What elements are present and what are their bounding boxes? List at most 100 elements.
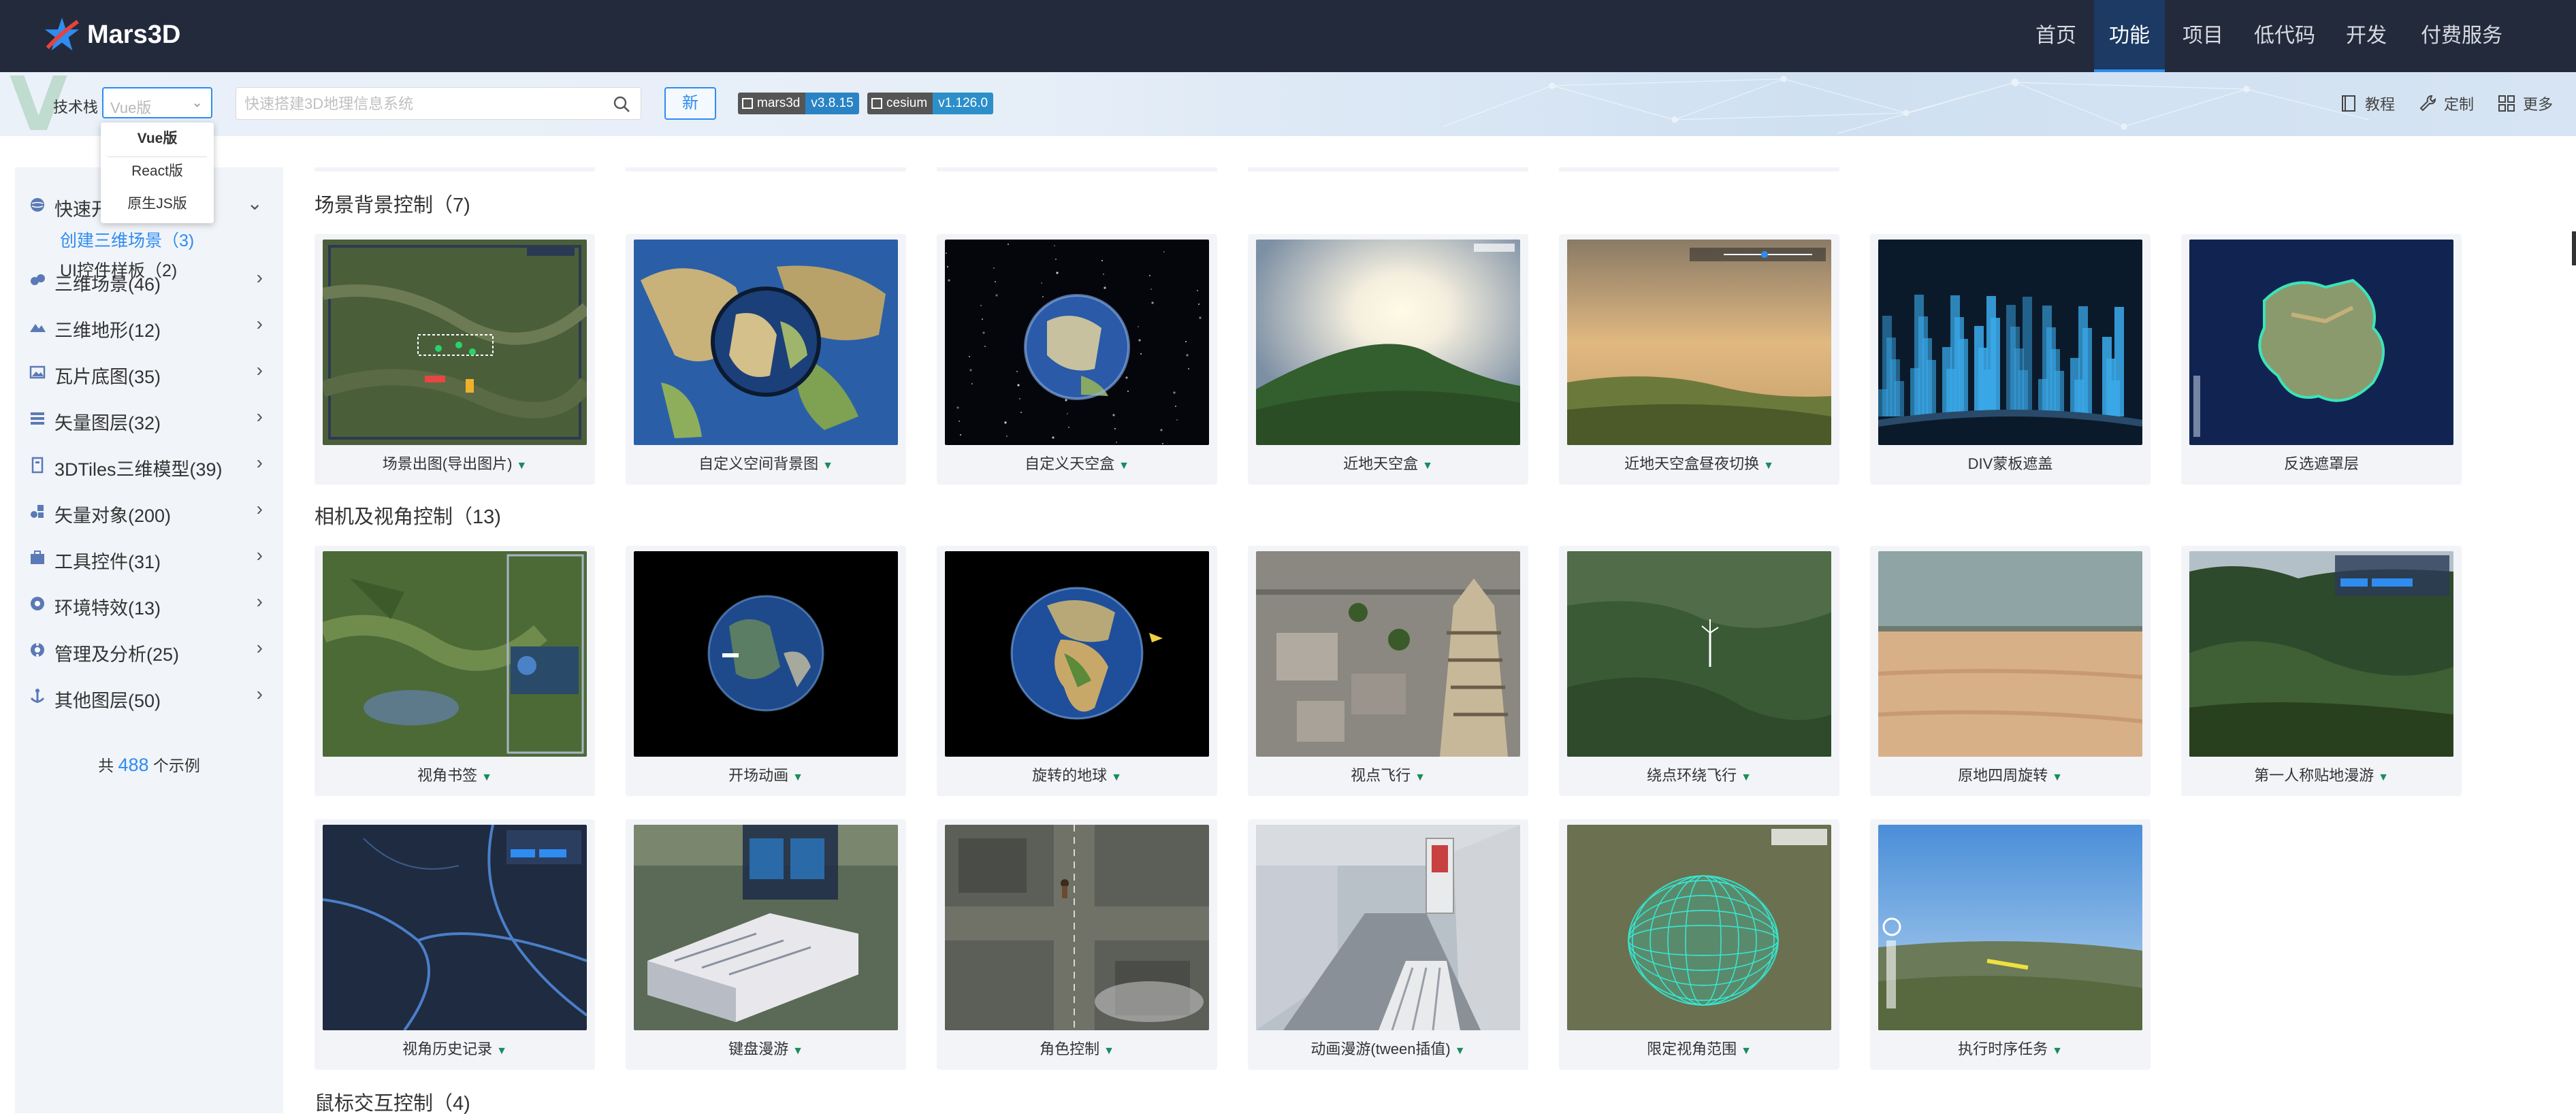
nav-item-0[interactable]: 首页 [2018,0,2094,72]
toolbar-right-links: 教程 定制 更多 [2339,93,2576,114]
sidebar-group-8[interactable]: 环境特效(13) › [15,582,283,623]
sidebar-group-1[interactable]: 三维场景(46) › [15,259,283,299]
triangle-down-icon: ▼ [792,772,803,783]
cesium-version-badge[interactable]: cesium v1.126.0 [867,93,994,114]
example-card[interactable]: 动画漫游(tween插值) ▼ [1248,819,1528,1070]
triangle-down-icon: ▼ [2052,772,2063,783]
triangle-down-icon: ▼ [2052,1045,2063,1057]
new-button[interactable]: 新 [664,87,716,120]
mars3d-version-badge[interactable]: mars3d v3.8.15 [738,93,859,114]
anchor-icon [30,689,45,703]
example-card[interactable]: 自定义天空盒 ▼ [937,234,1217,485]
example-title: 旋转的地球 [1032,767,1108,784]
tech-stack-select[interactable]: Vue版 ⌄ [102,87,212,118]
example-title: 自定义天空盒 [1025,455,1115,472]
dropdown-option-js[interactable]: 原生JS版 [101,188,214,220]
example-thumbnail[interactable] [634,825,898,1030]
sidebar-group-label: 矢量对象(200) [54,506,172,526]
section-title: 鼠标交互控制（4) [315,1093,470,1115]
example-card[interactable]: 绕点环绕飞行 ▼ [1559,546,1839,796]
example-thumbnail[interactable] [2189,551,2453,757]
example-thumbnail[interactable] [323,825,587,1030]
example-title: 原地四周旋转 [1958,767,2048,784]
scrollbar[interactable] [2572,231,2576,265]
more-link[interactable]: 更多 [2497,93,2553,114]
search-input[interactable] [243,93,600,115]
sidebar-group-5[interactable]: 3DTiles三维模型(39) › [15,444,283,485]
dropdown-option-vue[interactable]: Vue版 [101,122,214,155]
example-thumbnail[interactable] [323,551,587,757]
triangle-down-icon: ▼ [1741,772,1752,783]
sidebar-group-6[interactable]: 矢量对象(200) › [15,490,283,531]
example-card[interactable]: 第一人称贴地漫游 ▼ [2181,546,2462,796]
tech-stack-value: Vue版 [110,99,152,116]
example-thumbnail[interactable] [1256,551,1520,757]
nav-item-2[interactable]: 项目 [2165,0,2241,72]
example-card[interactable]: 近地天空盒 ▼ [1248,234,1528,485]
triangle-down-icon: ▼ [822,460,833,472]
example-thumbnail[interactable] [1567,551,1831,757]
sidebar-group-3[interactable]: 瓦片底图(35) › [15,351,283,392]
example-card[interactable]: 视角历史记录 ▼ [315,819,595,1070]
chevron-right-icon: › [256,406,263,427]
nav-item-5[interactable]: 付费服务 [2404,0,2519,72]
example-card[interactable]: 近地天空盒昼夜切换 ▼ [1559,234,1839,485]
example-title: 近地天空盒 [1343,455,1419,472]
example-thumbnail[interactable] [323,240,587,445]
dropdown-option-react[interactable]: React版 [101,155,214,188]
example-card[interactable]: 场景出图(导出图片) ▼ [315,234,595,485]
example-title: 自定义空间背景图 [698,455,819,472]
square-icon [871,98,882,109]
custom-link[interactable]: 定制 [2418,93,2474,114]
search-icon[interactable] [612,95,631,114]
example-thumbnail[interactable] [945,825,1209,1030]
sidebar-subitem-0[interactable]: 创建三维场景（3) [60,227,194,252]
example-thumbnail[interactable] [1256,240,1520,445]
example-thumbnail[interactable] [1567,825,1831,1030]
example-card[interactable]: 旋转的地球 ▼ [937,546,1217,796]
example-thumbnail[interactable] [945,240,1209,445]
example-card[interactable]: 角色控制 ▼ [937,819,1217,1070]
sidebar-group-2[interactable]: 三维地形(12) › [15,305,283,346]
example-card[interactable]: 反选遮罩层 [2181,234,2462,485]
nav-item-3[interactable]: 低代码 [2241,0,2328,72]
nav-item-4[interactable]: 开发 [2328,0,2404,72]
example-thumbnail[interactable] [1878,551,2142,757]
sidebar-group-4[interactable]: 矢量图层(32) › [15,397,283,438]
example-title: 视点飞行 [1351,767,1411,784]
example-card[interactable]: 原地四周旋转 ▼ [1870,546,2151,796]
example-card[interactable]: 视角书签 ▼ [315,546,595,796]
example-title: 绕点环绕飞行 [1647,767,1737,784]
example-card[interactable]: 键盘漫游 ▼ [626,819,906,1070]
example-thumbnail[interactable] [1878,240,2142,445]
example-thumbnail[interactable] [634,551,898,757]
sidebar-group-7[interactable]: 工具控件(31) › [15,536,283,577]
example-card[interactable]: 限定视角范围 ▼ [1559,819,1839,1070]
example-thumbnail[interactable] [1567,240,1831,445]
example-card[interactable]: 执行时序任务 ▼ [1870,819,2151,1070]
example-card[interactable]: DIV蒙板遮盖 [1870,234,2151,485]
tutorial-link[interactable]: 教程 [2339,93,2395,114]
example-card[interactable]: 自定义空间背景图 ▼ [626,234,906,485]
chevron-right-icon: › [256,591,263,612]
brand-logo[interactable]: Mars3D [42,15,180,54]
example-card[interactable]: 开场动画 ▼ [626,546,906,796]
triangle-down-icon: ▼ [481,772,492,783]
example-thumbnail[interactable] [945,551,1209,757]
triangle-down-icon: ▼ [496,1045,507,1057]
example-thumbnail[interactable] [1256,825,1520,1030]
layers-icon [31,274,45,285]
terrain-icon [30,324,46,332]
sidebar-group-label: 瓦片底图(35) [54,367,161,387]
sidebar-group-10[interactable]: 其他图层(50) › [15,675,283,716]
example-thumbnail[interactable] [2189,240,2453,445]
sidebar-group-9[interactable]: 管理及分析(25) › [15,629,283,670]
nav-item-1[interactable]: 功能 [2094,0,2165,72]
example-card[interactable]: 视点飞行 ▼ [1248,546,1528,796]
example-thumbnail[interactable] [634,240,898,445]
triangle-down-icon: ▼ [1111,772,1122,783]
triangle-down-icon: ▼ [1422,460,1433,472]
badge-value: v3.8.15 [805,93,859,114]
book-icon [2341,95,2355,112]
example-thumbnail[interactable] [1878,825,2142,1030]
